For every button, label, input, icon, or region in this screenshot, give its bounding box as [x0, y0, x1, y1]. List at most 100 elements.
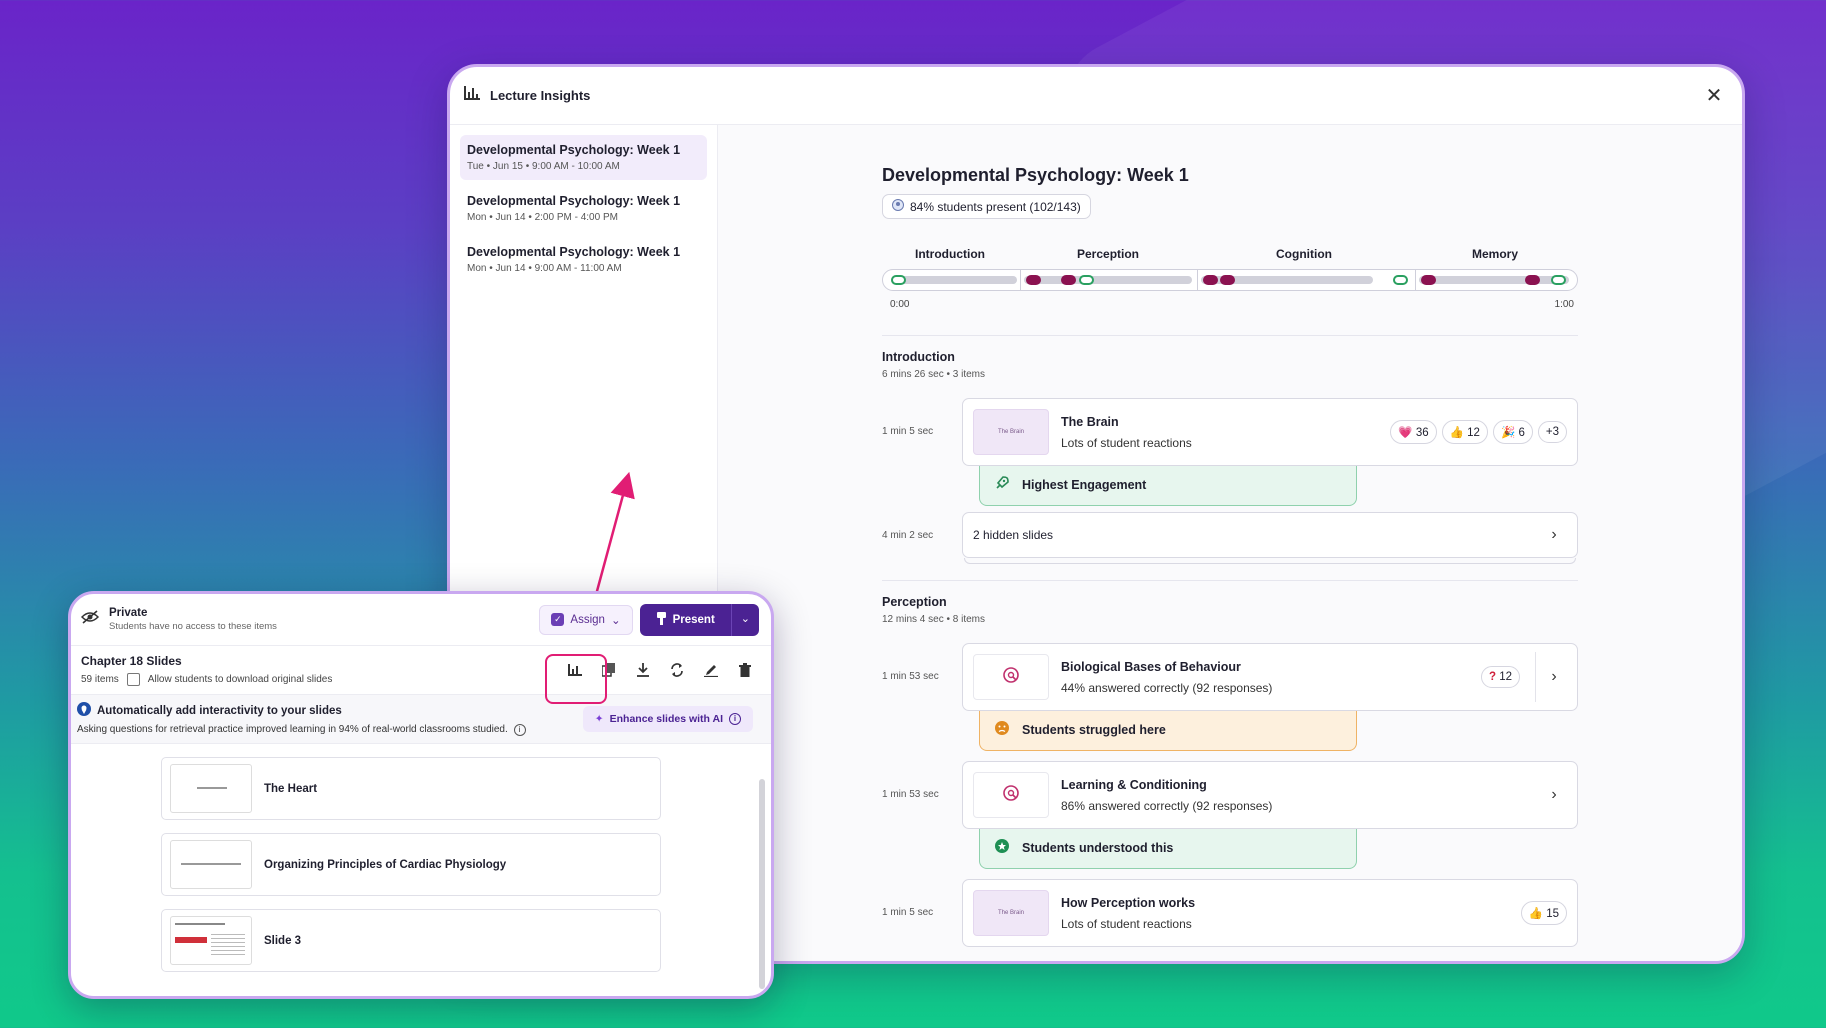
- question-icon: [1002, 784, 1020, 807]
- window-title: Lecture Insights: [490, 88, 591, 103]
- lecture-item[interactable]: Developmental Psychology: Week 1 Mon • J…: [460, 186, 707, 231]
- attendance-badge: 84% students present (102/143): [882, 194, 1091, 219]
- section-title: Perception: [882, 595, 947, 609]
- chevron-right-icon[interactable]: ›: [1541, 786, 1567, 804]
- trash-icon[interactable]: [737, 662, 753, 678]
- attendance-text: 84% students present (102/143): [910, 199, 1081, 214]
- assign-button[interactable]: ✓ Assign ⌄: [539, 604, 633, 635]
- slide-card[interactable]: The Brain How Perception works Lots of s…: [962, 879, 1578, 947]
- section-meta: 6 mins 26 sec • 3 items: [882, 369, 985, 380]
- enhance-with-ai-button[interactable]: ✦ Enhance slides with AI i: [582, 706, 753, 732]
- sync-icon[interactable]: [669, 662, 685, 678]
- understood-banner: Students understood this: [979, 827, 1357, 869]
- eye-off-icon: [80, 610, 100, 629]
- slide-duration: 1 min 5 sec: [882, 907, 934, 918]
- info-icon[interactable]: i: [513, 724, 526, 736]
- slide-item[interactable]: The Heart: [161, 757, 661, 820]
- slide-card[interactable]: Biological Bases of Behaviour 44% answer…: [962, 643, 1578, 711]
- struggle-marker[interactable]: [1203, 275, 1218, 285]
- download-label: Allow students to download original slid…: [147, 674, 333, 685]
- banner-text: Highest Engagement: [1022, 477, 1147, 492]
- chevron-right-icon[interactable]: ›: [1541, 668, 1567, 686]
- slide-thumbnail: [170, 764, 252, 813]
- struggle-marker[interactable]: [1525, 275, 1540, 285]
- scrollbar[interactable]: [759, 779, 765, 989]
- slide-duration: 4 min 2 sec: [882, 530, 934, 541]
- struggle-marker[interactable]: [1061, 275, 1076, 285]
- ai-promo-text: Asking questions for retrieval practice …: [77, 724, 508, 735]
- question-thumbnail: [973, 654, 1049, 700]
- rocket-icon: [994, 475, 1010, 494]
- presenter-icon: [656, 611, 667, 628]
- timeline-bar[interactable]: [882, 269, 1578, 291]
- slide-thumbnail: The Brain: [973, 409, 1049, 455]
- slide-deck-panel: Private Students have no access to these…: [68, 591, 774, 999]
- chevron-down-icon: ⌄: [610, 614, 621, 627]
- chevron-right-icon[interactable]: ›: [1541, 526, 1567, 544]
- checkbox-icon: ✓: [551, 613, 565, 626]
- question-icon: [1002, 666, 1020, 689]
- slide-card[interactable]: Learning & Conditioning 86% answered cor…: [962, 761, 1578, 829]
- banner-text: Students understood this: [1022, 840, 1174, 855]
- check-circle-icon: [994, 838, 1010, 857]
- slide-label: Slide 3: [264, 934, 302, 947]
- present-button-group: Present ⌄: [639, 603, 759, 636]
- present-button[interactable]: Present: [640, 604, 731, 636]
- correct-marker[interactable]: [1551, 275, 1566, 285]
- slide-title: The Brain: [1061, 414, 1119, 429]
- timeline-end: 1:00: [1554, 299, 1574, 310]
- slide-duration: 1 min 53 sec: [882, 671, 939, 682]
- correct-marker[interactable]: [891, 275, 906, 285]
- section-introduction: Introduction 6 mins 26 sec • 3 items 1 m…: [882, 335, 1578, 564]
- banner-text: Students struggled here: [1022, 722, 1166, 737]
- slide-row: 1 min 5 sec Highest Engagement The Brain…: [882, 398, 1578, 506]
- timeline-label: Memory: [1471, 247, 1519, 261]
- bar-chart-icon: [464, 86, 480, 105]
- timeline-start: 0:00: [890, 299, 910, 310]
- reaction-more[interactable]: +3: [1537, 421, 1567, 443]
- lecture-item-date: Tue • Jun 15 • 9:00 AM - 10:00 AM: [467, 161, 620, 172]
- slide-row: 1 min 53 sec Students understood this Le…: [882, 761, 1578, 869]
- close-icon[interactable]: ✕: [1700, 83, 1728, 108]
- lecture-item[interactable]: Developmental Psychology: Week 1 Mon • J…: [460, 237, 707, 282]
- timeline-label: Introduction: [915, 247, 985, 261]
- question-thumbnail: [973, 772, 1049, 818]
- slide-title: Learning & Conditioning: [1061, 777, 1207, 792]
- slide-subtitle: Lots of student reactions: [1061, 435, 1192, 450]
- present-options-button[interactable]: ⌄: [730, 603, 759, 636]
- window-header: Lecture Insights ✕: [450, 67, 1742, 125]
- engagement-banner: Highest Engagement: [979, 464, 1357, 506]
- slide-duration: 1 min 53 sec: [882, 789, 939, 800]
- slide-item[interactable]: Organizing Principles of Cardiac Physiol…: [161, 833, 661, 896]
- deck-title: Chapter 18 Slides: [81, 654, 182, 668]
- reaction-list: 💗 36 👍 12 🎉 6 +3: [1390, 420, 1567, 444]
- edit-icon[interactable]: [703, 662, 719, 678]
- slide-card[interactable]: The Brain The Brain Lots of student reac…: [962, 398, 1578, 466]
- timeline-label: Perception: [1076, 247, 1140, 261]
- chevron-down-icon: ⌄: [740, 612, 750, 625]
- download-checkbox[interactable]: [126, 673, 140, 686]
- timeline-label: Cognition: [1276, 247, 1332, 261]
- struggle-marker[interactable]: [1220, 275, 1235, 285]
- hidden-slides-row: 4 min 2 sec 2 hidden slides ›: [882, 512, 1578, 564]
- panel-header: Private Students have no access to these…: [71, 594, 771, 646]
- hidden-slides-label: 2 hidden slides: [973, 528, 1054, 542]
- privacy-title: Private: [109, 607, 148, 619]
- slide-thumbnail: [170, 840, 252, 889]
- struggle-marker[interactable]: [1421, 275, 1436, 285]
- struggle-banner: Students struggled here: [979, 709, 1357, 751]
- correct-marker[interactable]: [1393, 275, 1408, 285]
- slide-item[interactable]: Slide 3: [161, 909, 661, 972]
- section-perception: Perception 12 mins 4 sec • 8 items 1 min…: [882, 580, 1578, 947]
- slide-label: The Heart: [264, 782, 318, 795]
- lecture-item[interactable]: Developmental Psychology: Week 1 Tue • J…: [460, 135, 707, 180]
- insights-content: Developmental Psychology: Week 1 84% stu…: [718, 125, 1742, 961]
- slide-subtitle: 44% answered correctly (92 responses): [1061, 680, 1273, 695]
- ai-promo-title: Automatically add interactivity to your …: [97, 704, 342, 717]
- download-icon[interactable]: [635, 662, 651, 678]
- slide-title: How Perception works: [1061, 895, 1196, 910]
- section-meta: 12 mins 4 sec • 8 items: [882, 614, 985, 625]
- hidden-slides-card[interactable]: 2 hidden slides ›: [962, 512, 1578, 558]
- struggle-marker[interactable]: [1026, 275, 1041, 285]
- correct-marker[interactable]: [1079, 275, 1094, 285]
